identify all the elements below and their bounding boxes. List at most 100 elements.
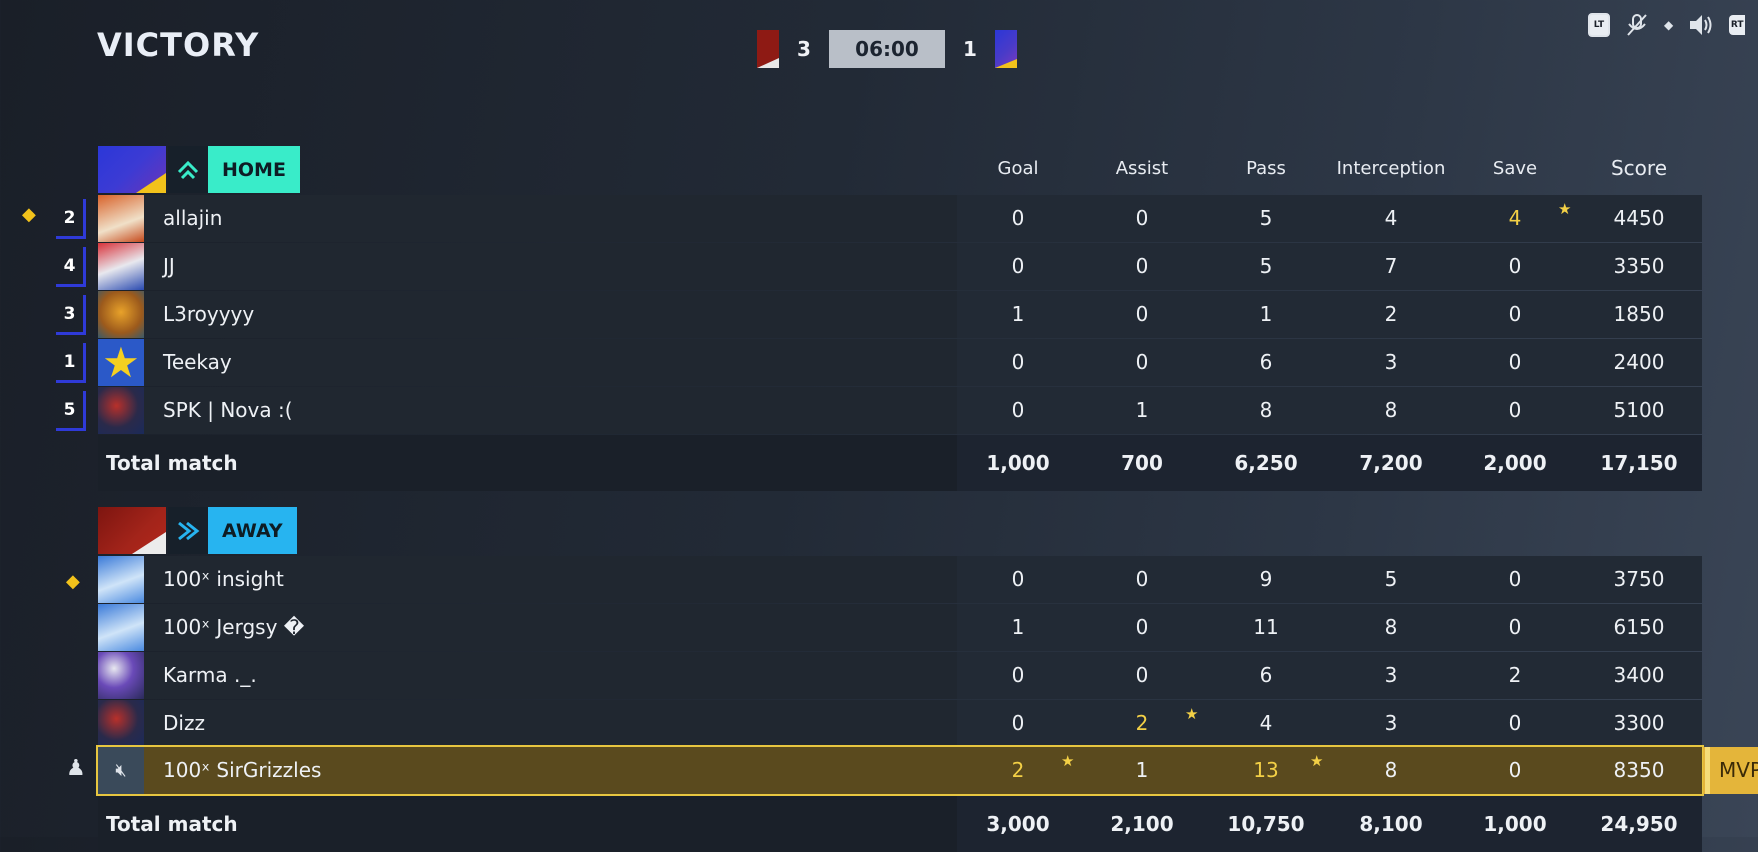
table-row[interactable]: L3royyyy 1 0 1 2 0 1850 bbox=[98, 291, 1702, 338]
star-icon: ★ bbox=[1185, 705, 1199, 723]
stat-pass: 5 bbox=[1259, 254, 1273, 278]
mic-muted-icon[interactable] bbox=[1624, 12, 1650, 38]
away-emblem-icon bbox=[168, 507, 208, 554]
result-title: VICTORY bbox=[97, 26, 260, 64]
star-icon: ★ bbox=[1061, 752, 1075, 770]
away-total-row: Total match 3,000 2,100 10,750 8,100 1,0… bbox=[98, 796, 1702, 852]
stat-save: 2 bbox=[1508, 663, 1522, 687]
stat-goal: 0 bbox=[1011, 254, 1025, 278]
col-save: Save bbox=[1492, 158, 1538, 179]
star-icon: ★ bbox=[1558, 200, 1572, 218]
party-leader-icon: ◆ bbox=[66, 571, 80, 592]
home-flag-icon bbox=[98, 146, 166, 193]
col-goal: Goal bbox=[997, 158, 1039, 179]
stat-pass: 5 bbox=[1259, 206, 1273, 230]
total-pass: 10,750 bbox=[1227, 812, 1305, 836]
stat-pass: 11 bbox=[1253, 615, 1279, 639]
star-icon: ★ bbox=[1310, 752, 1324, 770]
stat-assist: 2 bbox=[1135, 711, 1149, 735]
stat-goal: 0 bbox=[1011, 663, 1025, 687]
col-score: Score bbox=[1610, 156, 1667, 180]
stat-pass: 1 bbox=[1259, 302, 1273, 326]
rank-badge: 5 bbox=[56, 391, 86, 431]
player-name: SPK | Nova :( bbox=[163, 398, 293, 422]
player-name: L3royyyy bbox=[163, 302, 255, 326]
table-row[interactable]: ★ Teekay 0 0 6 3 0 2400 bbox=[98, 339, 1702, 386]
stat-save: 0 bbox=[1508, 350, 1522, 374]
away-team-flag bbox=[995, 30, 1017, 68]
stat-save: 0 bbox=[1508, 711, 1522, 735]
player-name: Dizz bbox=[163, 711, 205, 735]
stat-save: 0 bbox=[1508, 567, 1522, 591]
player-name: JJ bbox=[163, 254, 175, 278]
avatar bbox=[98, 556, 144, 603]
stat-score: 8350 bbox=[1613, 758, 1665, 782]
stat-goal: 0 bbox=[1011, 567, 1025, 591]
home-team-flag bbox=[757, 30, 779, 68]
player-name: allajin bbox=[163, 206, 223, 230]
away-team-header: AWAY bbox=[98, 507, 297, 554]
stat-save: 0 bbox=[1508, 398, 1522, 422]
rank-badge: 1 bbox=[56, 343, 86, 383]
stat-score: 3350 bbox=[1613, 254, 1665, 278]
party-leader-icon: ◆ bbox=[22, 204, 36, 225]
stat-score: 4450 bbox=[1613, 206, 1665, 230]
table-row[interactable]: Dizz 0 2 ★ 4 3 0 3300 bbox=[98, 700, 1702, 747]
avatar bbox=[98, 700, 144, 747]
total-save: 2,000 bbox=[1483, 451, 1547, 475]
col-pass: Pass bbox=[1246, 158, 1286, 179]
stat-interception: 3 bbox=[1384, 663, 1398, 687]
stat-pass: 6 bbox=[1259, 663, 1273, 687]
lt-button-icon[interactable]: LT bbox=[1588, 13, 1610, 37]
stat-save: 0 bbox=[1508, 302, 1522, 326]
stat-score: 3750 bbox=[1613, 567, 1665, 591]
total-interception: 8,100 bbox=[1359, 812, 1423, 836]
stat-pass: 8 bbox=[1259, 398, 1273, 422]
home-team-tag: HOME bbox=[208, 146, 300, 193]
stat-score: 6150 bbox=[1613, 615, 1665, 639]
away-flag-icon bbox=[98, 507, 166, 554]
speaker-icon[interactable] bbox=[1687, 12, 1715, 38]
stat-goal: 1 bbox=[1011, 615, 1025, 639]
stat-interception: 8 bbox=[1384, 398, 1398, 422]
scoreboard: 3 06:00 1 bbox=[757, 30, 1017, 68]
stat-interception: 3 bbox=[1384, 711, 1398, 735]
table-row[interactable]: Karma ._. 0 0 6 3 2 3400 bbox=[98, 652, 1702, 699]
table-row[interactable]: 100ˣ insight 0 0 9 5 0 3750 bbox=[98, 556, 1702, 603]
player-name: Karma ._. bbox=[163, 663, 257, 687]
table-row[interactable]: 100ˣ Jergsy � 1 0 11 8 0 6150 bbox=[98, 604, 1702, 651]
stat-interception: 3 bbox=[1384, 350, 1398, 374]
separator-dot-icon: ◆ bbox=[1664, 18, 1674, 32]
stat-assist: 0 bbox=[1135, 302, 1149, 326]
stat-goal: 0 bbox=[1011, 398, 1025, 422]
home-team-header: HOME bbox=[98, 146, 300, 193]
avatar bbox=[98, 387, 144, 434]
total-goal: 3,000 bbox=[986, 812, 1050, 836]
mvp-badge: MVP bbox=[1703, 747, 1758, 794]
table-row[interactable]: allajin 0 0 5 4 4 ★ 4450 bbox=[98, 195, 1702, 242]
total-label: Total match bbox=[106, 451, 238, 475]
rt-button-icon[interactable]: RT bbox=[1729, 15, 1746, 35]
table-row-mvp[interactable]: 🔇︎ 100ˣ SirGrizzles 2 ★ 1 13 ★ 8 0 8350 bbox=[96, 745, 1704, 796]
home-total-row: Total match 1,000 700 6,250 7,200 2,000 … bbox=[98, 435, 1702, 491]
player-name: Teekay bbox=[163, 350, 232, 374]
total-score: 24,950 bbox=[1600, 812, 1678, 836]
table-row[interactable]: SPK | Nova :( 0 1 8 8 0 5100 bbox=[98, 387, 1702, 434]
table-row[interactable]: JJ 0 0 5 7 0 3350 bbox=[98, 243, 1702, 290]
stat-assist: 0 bbox=[1135, 206, 1149, 230]
stat-interception: 5 bbox=[1384, 567, 1398, 591]
avatar bbox=[98, 195, 144, 242]
total-save: 1,000 bbox=[1483, 812, 1547, 836]
player-name: 100ˣ Jergsy � bbox=[163, 615, 305, 639]
col-assist: Assist bbox=[1115, 158, 1169, 179]
total-interception: 7,200 bbox=[1359, 451, 1423, 475]
stat-pass: 4 bbox=[1259, 711, 1273, 735]
stat-score: 3400 bbox=[1613, 663, 1665, 687]
stat-save: 4 bbox=[1508, 206, 1522, 230]
col-interception: Interception bbox=[1336, 158, 1446, 179]
stat-interception: 7 bbox=[1384, 254, 1398, 278]
stat-assist: 0 bbox=[1135, 567, 1149, 591]
avatar: ★ bbox=[98, 339, 144, 386]
total-pass: 6,250 bbox=[1234, 451, 1298, 475]
player-name: 100ˣ insight bbox=[163, 567, 284, 591]
